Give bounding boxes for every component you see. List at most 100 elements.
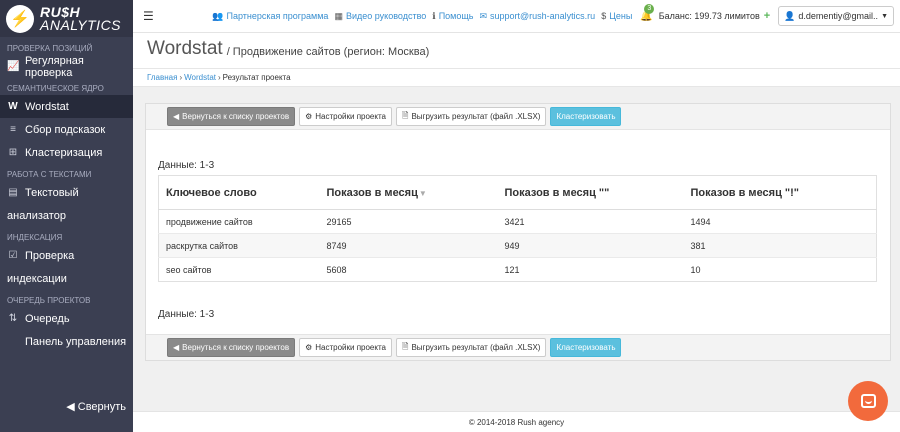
- info-icon: ℹ: [432, 10, 436, 21]
- sidebar-item-control-panel[interactable]: Панель управления: [0, 330, 133, 353]
- partner-link[interactable]: 👥 Партнерская программа: [212, 11, 328, 22]
- gear-icon: ⚙: [305, 112, 313, 121]
- sidebar-item-label: Текстовый: [25, 186, 79, 199]
- sidebar-item-label: Проверка: [25, 249, 75, 262]
- sidebar-item-index-check[interactable]: ☑ Проверка: [0, 244, 133, 267]
- cell-shows-quotes: 121: [497, 257, 684, 282]
- col-shows-exact[interactable]: Показов в месяц "!": [683, 175, 877, 210]
- cell-shows: 8749: [319, 233, 498, 258]
- caret-down-icon: ▼: [881, 12, 888, 20]
- cluster-button[interactable]: Кластеризовать: [550, 107, 622, 126]
- export-xlsx-button[interactable]: 🗎 Выгрузить результат (файл .XLSX): [396, 338, 547, 357]
- users-icon: 👥: [212, 10, 224, 21]
- chat-button[interactable]: [848, 381, 888, 421]
- breadcrumb: Главная › Wordstat › Результат проекта: [133, 69, 900, 87]
- arrow-left-icon: ◀: [173, 343, 180, 352]
- support-email-link[interactable]: ✉ support@rush-analytics.ru: [479, 11, 595, 22]
- section-queue: ОЧЕРЕДЬ ПРОЕКТОВ: [7, 295, 91, 305]
- table-row: раскрутка сайтов 8749 949 381: [158, 233, 877, 258]
- cell-shows-quotes: 3421: [497, 209, 684, 234]
- project-settings-button[interactable]: ⚙ Настройки проекта: [299, 107, 392, 126]
- export-xlsx-button[interactable]: 🗎 Выгрузить результат (файл .XLSX): [396, 107, 547, 126]
- cell-shows-exact: 381: [683, 233, 877, 258]
- table-row: seo сайтов 5608 121 10: [158, 257, 877, 282]
- logo-line2: ANALYTICS: [40, 16, 122, 33]
- file-icon: 🗎: [402, 341, 409, 351]
- section-positions: ПРОВЕРКА ПОЗИЦИЙ: [7, 43, 93, 53]
- cell-keyword: продвижение сайтов: [158, 209, 320, 234]
- sidebar-item-label: Регулярная проверка: [25, 54, 84, 79]
- page-header: Wordstat / Продвижение сайтов (регион: М…: [133, 33, 900, 69]
- user-icon: 👤: [784, 10, 796, 21]
- page-subtitle: / Продвижение сайтов (регион: Москва): [226, 46, 430, 58]
- cell-shows: 5608: [319, 257, 498, 282]
- checkbox-icon: ☑: [8, 250, 18, 261]
- cell-shows: 29165: [319, 209, 498, 234]
- col-shows-quotes[interactable]: Показов в месяц "": [497, 175, 684, 210]
- film-icon: ▦: [334, 10, 343, 21]
- notification-badge: 3: [644, 3, 655, 14]
- sidebar-item-queue[interactable]: ⇅ Очередь: [0, 307, 133, 330]
- back-to-projects-button[interactable]: ◀ Вернуться к списку проектов: [167, 107, 296, 126]
- cell-keyword: раскрутка сайтов: [158, 233, 320, 258]
- table-row: продвижение сайтов 29165 3421 1494: [158, 209, 877, 234]
- page-title: Wordstat: [147, 38, 223, 59]
- hamburger-menu-icon[interactable]: ☰: [143, 9, 154, 23]
- sitemap-icon: ⊞: [8, 147, 18, 158]
- cluster-button[interactable]: Кластеризовать: [550, 338, 622, 357]
- sidebar-item-index-check-cont[interactable]: индексации: [0, 267, 133, 290]
- back-to-projects-button[interactable]: ◀ Вернуться к списку проектов: [167, 338, 296, 357]
- wordstat-w-icon: W: [8, 101, 18, 112]
- file-icon: 🗎: [402, 110, 409, 120]
- sidebar-item-clustering[interactable]: ⊞ Кластеризация: [0, 141, 133, 164]
- sidebar-item-label: Очередь: [25, 312, 70, 325]
- help-link[interactable]: ℹ Помощь: [432, 11, 473, 22]
- cell-shows-quotes: 949: [497, 233, 684, 258]
- arrow-left-icon: ◀: [173, 112, 180, 121]
- project-settings-button[interactable]: ⚙ Настройки проекта: [299, 338, 392, 357]
- col-keyword[interactable]: Ключевое слово: [158, 175, 320, 210]
- data-range-top: Данные: 1-3: [158, 160, 215, 171]
- chart-line-icon: 📈: [7, 61, 20, 72]
- user-menu-button[interactable]: 👤 d.dementiy@gmail.. ▼: [778, 6, 894, 26]
- sidebar: ⚡ RU$H ANALYTICS ПРОВЕРКА ПОЗИЦИЙ 📈 Регу…: [0, 0, 133, 432]
- add-balance-icon[interactable]: +: [764, 10, 770, 22]
- prices-link[interactable]: $ Цены: [601, 11, 632, 21]
- envelope-icon: ✉: [479, 10, 487, 21]
- results-panel: ◀ Вернуться к списку проектов ⚙ Настройки …: [145, 103, 891, 361]
- bell-icon[interactable]: 🔔 3: [640, 3, 655, 22]
- arrow-left-icon: ◀: [66, 401, 75, 413]
- chat-icon: [860, 394, 876, 408]
- footer: © 2014-2018 Rush agency: [133, 411, 900, 432]
- breadcrumb-wordstat[interactable]: Wordstat: [184, 73, 216, 82]
- topbar: ☰ 👥 Партнерская программа ▦ Видео руководс…: [133, 0, 900, 33]
- cell-keyword: seo сайтов: [158, 257, 320, 282]
- sidebar-item-wordstat[interactable]: W Wordstat: [0, 95, 133, 118]
- sidebar-item-regular-check[interactable]: 📈 Регулярная проверка: [0, 54, 133, 79]
- breadcrumb-home[interactable]: Главная: [147, 73, 177, 82]
- collapse-sidebar-button[interactable]: ◀ Свернуть: [66, 400, 126, 413]
- cell-shows-exact: 10: [683, 257, 877, 282]
- sort-icon: ▼: [418, 188, 427, 198]
- video-link[interactable]: ▦ Видео руководство: [334, 11, 426, 22]
- bottom-toolbar: ◀ Вернуться к списку проектов ⚙ Настройки …: [146, 334, 890, 360]
- section-semantic: СЕМАНТИЧЕСКОЕ ЯДРО: [7, 83, 104, 93]
- sidebar-item-text-analyzer[interactable]: ▤ Текстовый: [0, 181, 133, 204]
- sort-arrows-icon: ⇅: [8, 313, 18, 324]
- results-table: Ключевое слово Показов в месяц▼ Показов …: [158, 175, 877, 282]
- dollar-icon: $: [601, 11, 607, 21]
- top-toolbar: ◀ Вернуться к списку проектов ⚙ Настройки …: [146, 104, 890, 130]
- section-indexation: ИНДЕКСАЦИЯ: [7, 232, 63, 242]
- data-range-bottom: Данные: 1-3: [158, 309, 215, 320]
- lightning-icon: ⚡: [6, 4, 34, 33]
- list-icon: ≡: [10, 124, 16, 135]
- cell-shows-exact: 1494: [683, 209, 877, 234]
- sidebar-item-hints[interactable]: ≡ Сбор подсказок: [0, 118, 133, 141]
- col-shows[interactable]: Показов в месяц▼: [319, 175, 498, 210]
- gear-icon: ⚙: [305, 343, 313, 352]
- breadcrumb-current: Результат проекта: [222, 73, 291, 82]
- logo[interactable]: ⚡ RU$H ANALYTICS: [0, 0, 133, 37]
- balance-text: Баланс: 199.73 лимитов: [658, 11, 760, 21]
- sidebar-item-label: Wordstat: [25, 100, 69, 113]
- sidebar-item-text-analyzer-cont[interactable]: анализатор: [0, 204, 133, 227]
